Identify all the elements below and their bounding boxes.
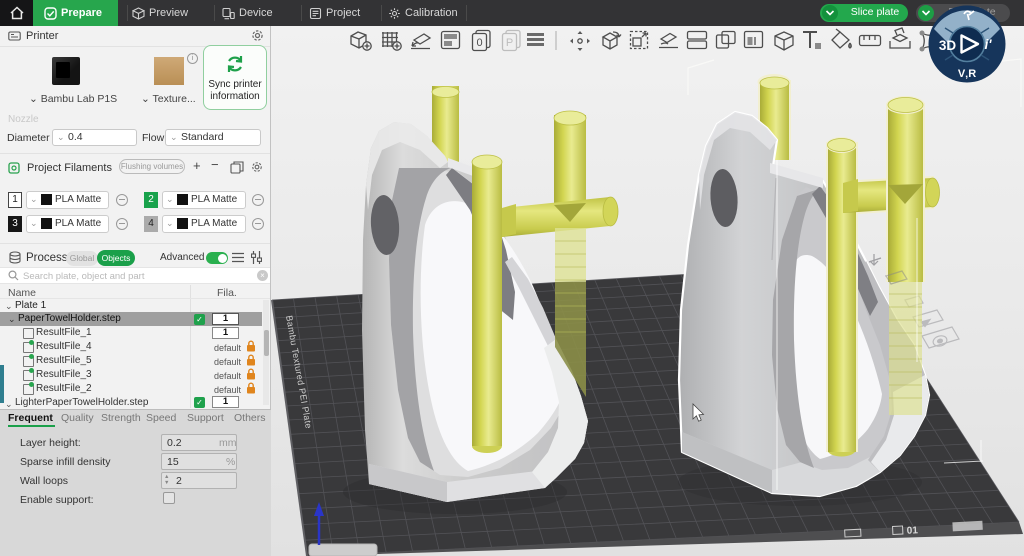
svg-text:0: 0: [476, 37, 482, 49]
svg-text:V‚R: V‚R: [958, 68, 976, 80]
svg-text:3D: 3D: [939, 38, 957, 53]
svg-text:iʹ: iʹ: [985, 37, 993, 52]
svg-text:01: 01: [906, 525, 918, 537]
svg-text:P: P: [506, 37, 513, 49]
